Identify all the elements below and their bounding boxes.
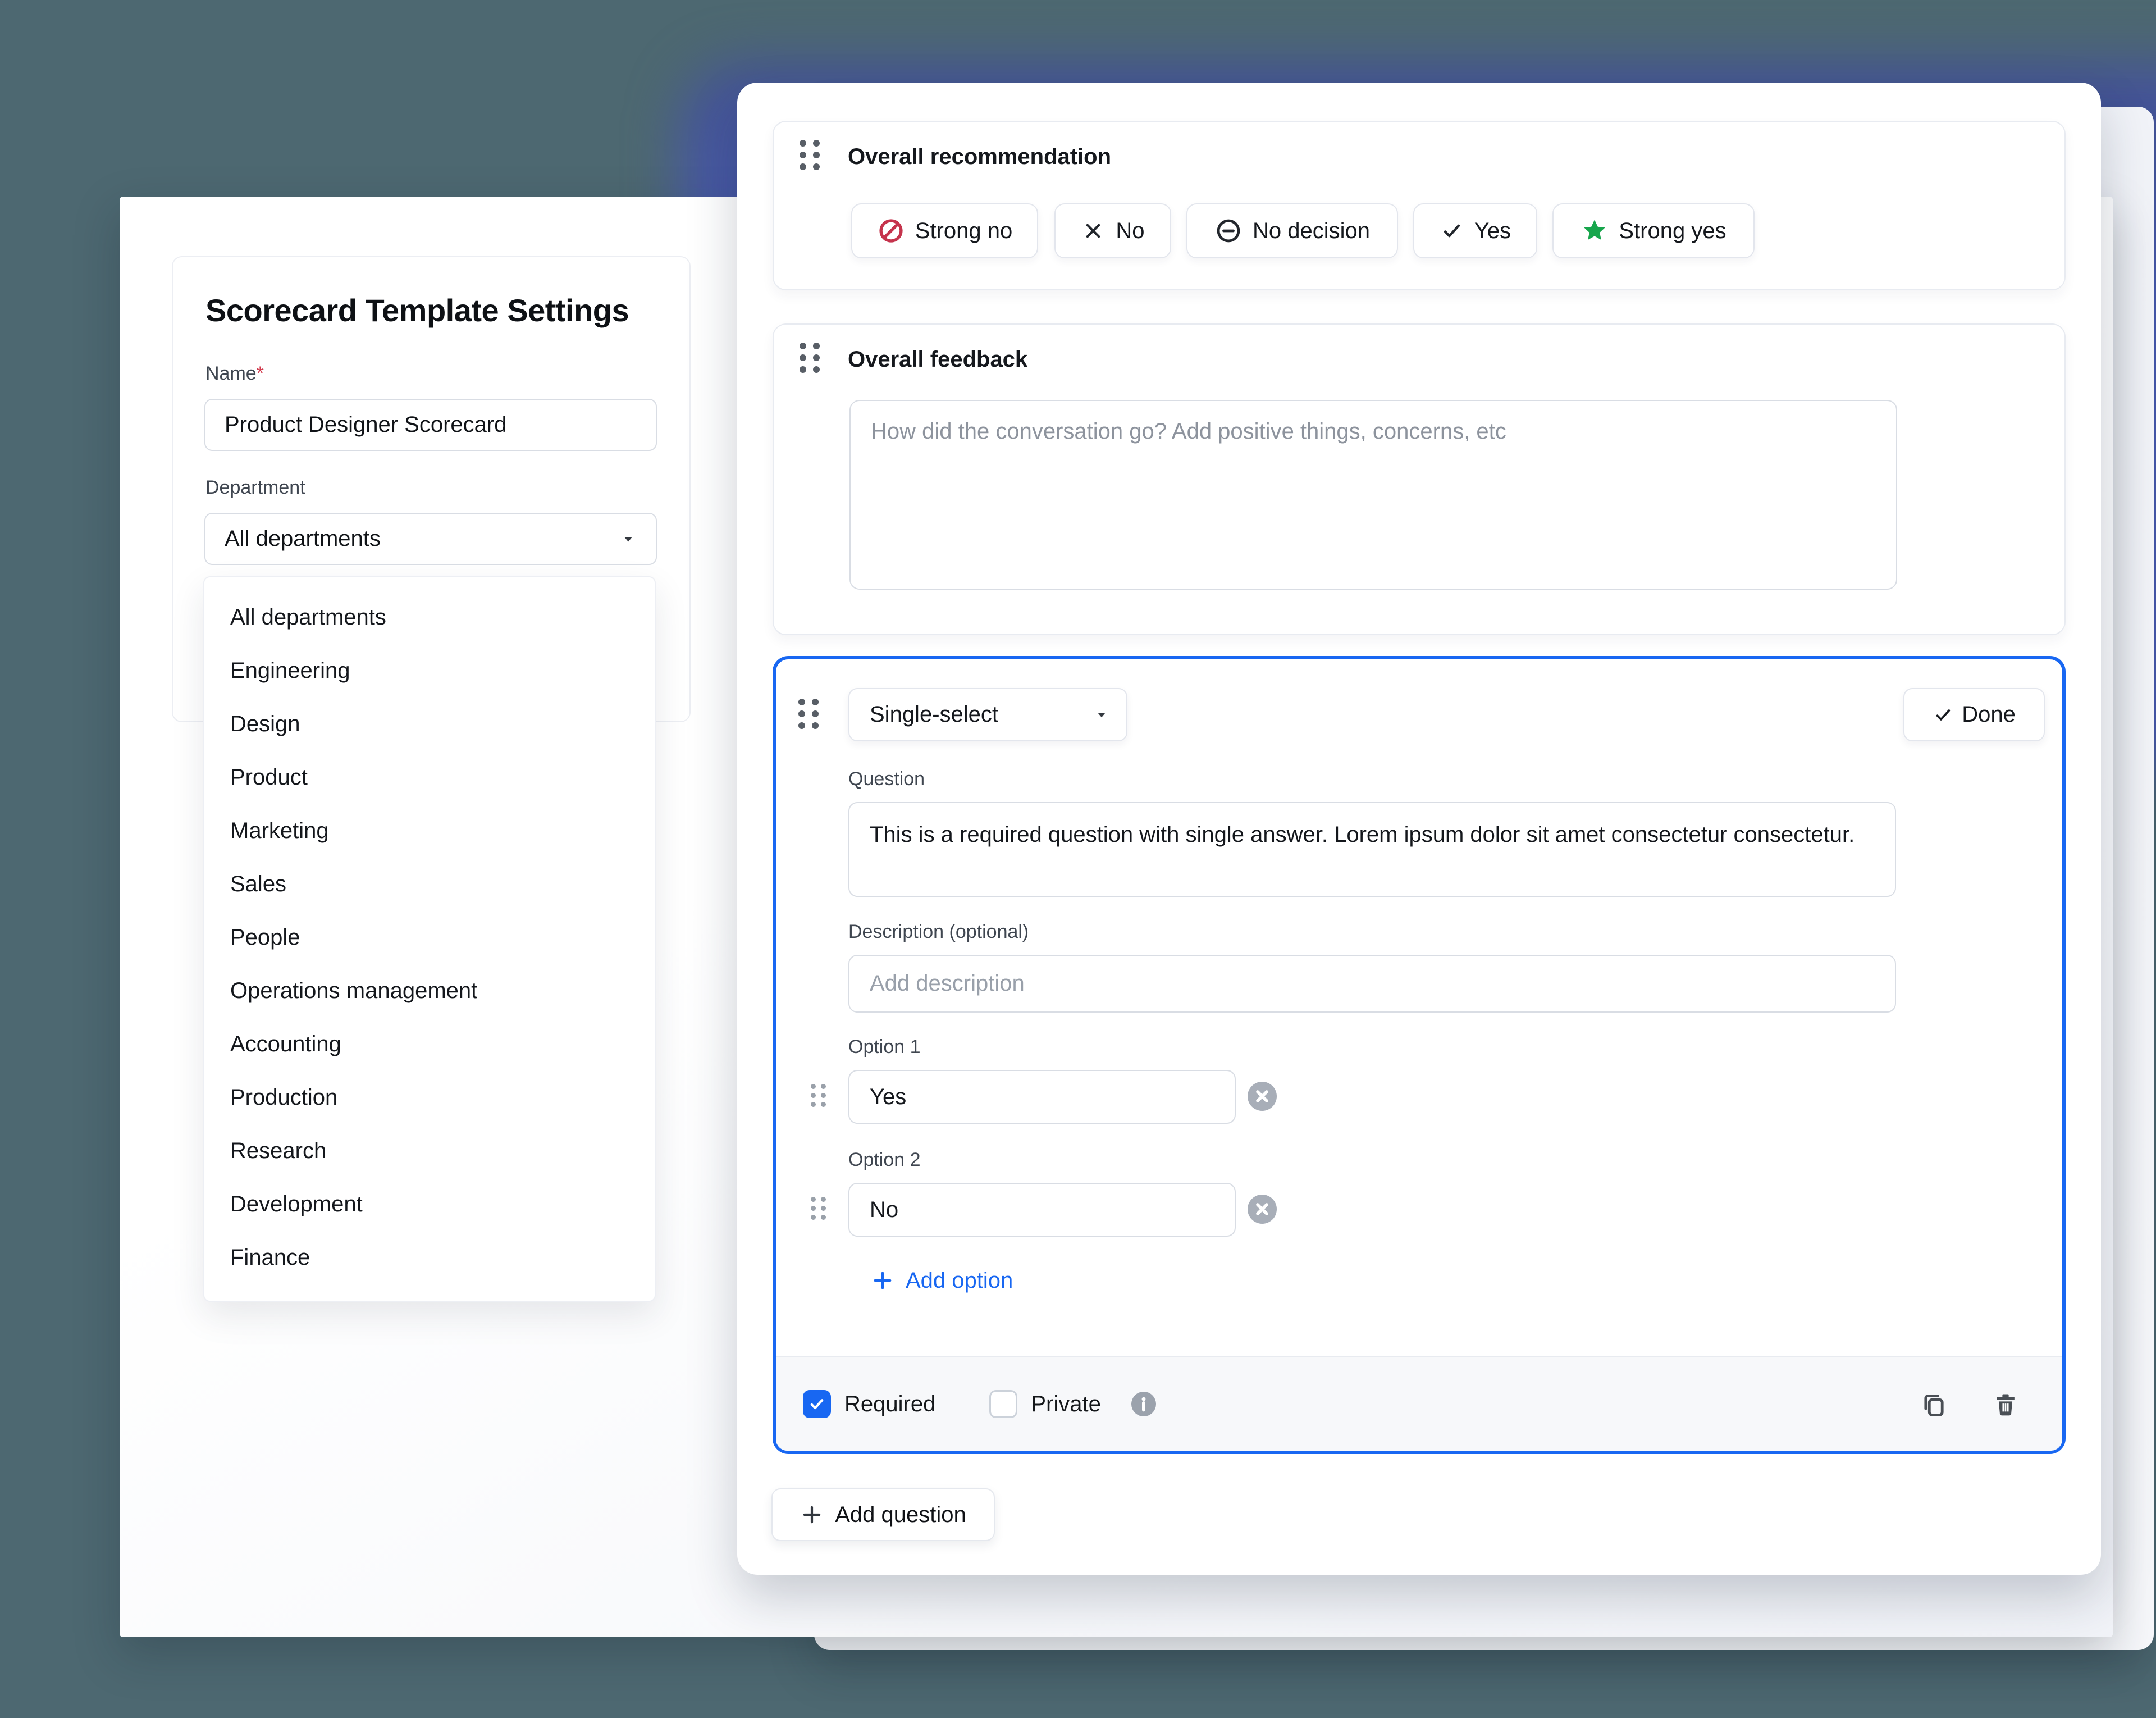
yes-button[interactable]: Yes: [1413, 203, 1537, 258]
section-title: Overall feedback: [848, 347, 1027, 372]
drag-handle-icon[interactable]: [798, 699, 819, 729]
department-option[interactable]: Production: [204, 1071, 655, 1124]
feedback-textarea[interactable]: How did the conversation go? Add positiv…: [849, 400, 1897, 590]
department-option[interactable]: Engineering: [204, 644, 655, 698]
description-input[interactable]: Add description: [848, 955, 1896, 1013]
x-icon: [1081, 218, 1106, 243]
drag-handle-icon[interactable]: [800, 140, 820, 170]
required-asterisk: *: [257, 363, 264, 384]
plus-icon: [871, 1269, 894, 1292]
no-button[interactable]: No: [1054, 203, 1171, 258]
department-option[interactable]: Research: [204, 1124, 655, 1178]
circle-x-icon[interactable]: [1248, 1195, 1277, 1224]
department-option[interactable]: Sales: [204, 858, 655, 911]
no-decision-button[interactable]: No decision: [1186, 203, 1398, 258]
check-icon: [1933, 704, 1954, 726]
section-title: Overall recommendation: [848, 144, 1111, 170]
star-icon: [1581, 217, 1609, 245]
drag-handle-icon[interactable]: [811, 1084, 826, 1107]
private-checkbox-label: Private: [1031, 1392, 1101, 1417]
department-option[interactable]: Development: [204, 1178, 655, 1231]
question-input[interactable]: This is a required question with single …: [848, 802, 1896, 897]
name-field-label: Name*: [205, 363, 264, 385]
chevron-down-icon: [620, 531, 637, 548]
copy-icon[interactable]: [1920, 1390, 1948, 1418]
question-type-select[interactable]: Single-select: [848, 688, 1127, 741]
department-option[interactable]: Finance: [204, 1231, 655, 1284]
option-1-label: Option 1: [848, 1036, 921, 1058]
department-option[interactable]: Marketing: [204, 804, 655, 858]
drag-handle-icon[interactable]: [811, 1197, 826, 1220]
plus-icon: [800, 1503, 824, 1526]
option-2-input[interactable]: No: [848, 1183, 1236, 1237]
option-1-input[interactable]: Yes: [848, 1070, 1236, 1124]
minus-circle-icon: [1214, 217, 1243, 245]
question-editor-card: Single-select Done Question This is a re…: [773, 656, 2066, 1454]
overall-recommendation-section: Overall recommendation Strong no No No d…: [773, 121, 2066, 290]
department-option[interactable]: Operations management: [204, 964, 655, 1018]
question-footer: Required Private: [776, 1356, 2062, 1451]
department-option[interactable]: People: [204, 911, 655, 964]
strong-yes-button[interactable]: Strong yes: [1552, 203, 1755, 258]
trash-icon[interactable]: [1991, 1390, 2020, 1418]
strong-no-button[interactable]: Strong no: [851, 203, 1038, 258]
department-option[interactable]: All departments: [204, 591, 655, 644]
name-input[interactable]: Product Designer Scorecard: [204, 399, 657, 451]
page-title: Scorecard Template Settings: [205, 292, 629, 329]
ban-icon: [877, 217, 905, 245]
check-icon: [1440, 218, 1464, 243]
option-2-label: Option 2: [848, 1149, 921, 1171]
add-question-button[interactable]: Add question: [771, 1488, 995, 1541]
circle-x-icon[interactable]: [1248, 1082, 1277, 1111]
chevron-down-icon: [1094, 707, 1109, 723]
department-option[interactable]: Accounting: [204, 1018, 655, 1071]
department-select[interactable]: All departments: [204, 513, 657, 565]
private-checkbox[interactable]: [989, 1390, 1017, 1418]
department-option[interactable]: Design: [204, 698, 655, 751]
add-option-button[interactable]: Add option: [871, 1264, 1013, 1297]
overall-feedback-section: Overall feedback How did the conversatio…: [773, 323, 2066, 635]
required-checkbox[interactable]: [803, 1390, 831, 1418]
department-option[interactable]: Product: [204, 751, 655, 804]
done-button[interactable]: Done: [1903, 688, 2045, 741]
required-checkbox-label: Required: [844, 1392, 935, 1417]
scorecard-template-editor: Scorecard Template Settings Name* Produc…: [0, 0, 2156, 1718]
question-label: Question: [848, 768, 925, 790]
department-dropdown-menu: All departments Engineering Design Produ…: [203, 576, 656, 1302]
template-questions-card: Overall recommendation Strong no No No d…: [737, 83, 2101, 1575]
drag-handle-icon[interactable]: [800, 343, 820, 373]
department-field-label: Department: [205, 477, 305, 499]
info-icon[interactable]: [1130, 1391, 1157, 1418]
description-label: Description (optional): [848, 921, 1029, 943]
check-icon: [807, 1395, 826, 1414]
